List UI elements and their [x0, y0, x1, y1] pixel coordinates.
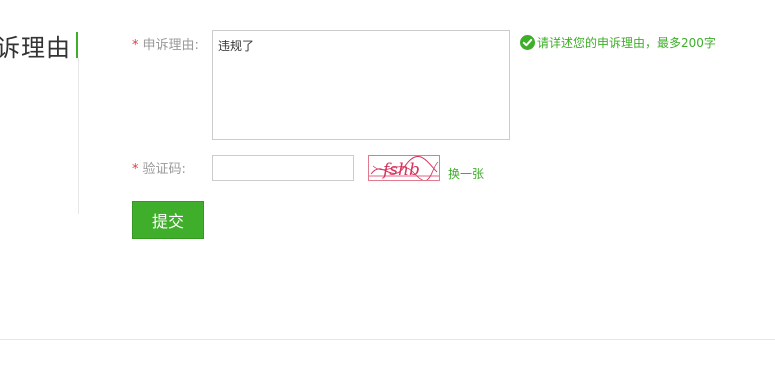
required-mark: *: [132, 38, 139, 53]
reason-textarea[interactable]: 违规了: [212, 30, 510, 140]
submit-button[interactable]: 提交: [132, 201, 204, 239]
footer-divider: [0, 339, 775, 340]
reason-label-text: 申诉理由:: [142, 38, 199, 53]
required-mark: *: [132, 162, 139, 177]
captcha-label: * 验证码:: [132, 158, 186, 177]
section-title-accent: [76, 32, 78, 58]
captcha-label-text: 验证码:: [142, 162, 186, 177]
reason-hint-text: 请详述您的申诉理由，最多200字: [537, 36, 716, 50]
check-circle-icon: [520, 35, 535, 50]
section-title: 诉理由: [0, 34, 71, 62]
captcha-input[interactable]: [212, 155, 354, 181]
refresh-captcha-link[interactable]: 换一张: [448, 165, 484, 182]
section-divider: [78, 58, 79, 214]
captcha-image[interactable]: fshb: [368, 155, 440, 181]
reason-hint: 请详述您的申诉理由，最多200字: [520, 34, 716, 51]
appeal-form-page: 诉理由 * 申诉理由: 违规了 请详述您的申诉理由，最多200字 * 验证码: fs…: [0, 0, 775, 376]
captcha-text: fshb: [381, 160, 420, 180]
reason-label: * 申诉理由:: [132, 34, 199, 53]
